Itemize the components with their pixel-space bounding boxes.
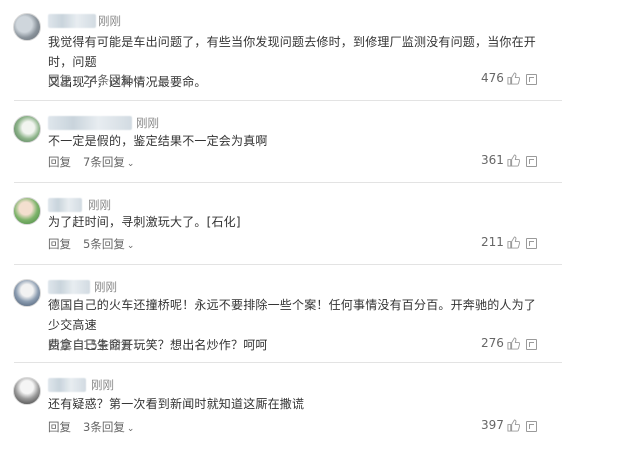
comment-actions: 回复 7条回复 ⌄	[48, 154, 134, 170]
chevron-down-icon: ⌄	[126, 159, 135, 169]
reply-button[interactable]: 回复	[48, 420, 71, 434]
like-group: 276	[481, 336, 520, 350]
like-group: 211	[481, 235, 520, 249]
username[interactable]	[48, 198, 82, 212]
thumbs-up-icon[interactable]	[507, 71, 520, 85]
username[interactable]	[48, 378, 86, 392]
like-count: 276	[481, 336, 504, 350]
comment-actions: 回复 5条回复 ⌄	[48, 236, 134, 252]
avatar[interactable]	[13, 377, 41, 405]
comment-text-line: 德国自己的火车还撞桥呢！永远不要排除一些个案！任何事情没有百分百。开奔驰的人为了…	[48, 298, 537, 332]
chevron-down-icon: ⌄	[126, 241, 135, 251]
avatar[interactable]	[13, 197, 41, 225]
comment-actions: 回复 3条回复 ⌄	[48, 419, 134, 435]
comment-item: 刚刚 为了赶时间，寻刺激玩大了。[石化] 回复 5条回复 ⌄ 211	[0, 194, 640, 264]
report-icon[interactable]	[526, 74, 537, 85]
like-group: 397	[481, 418, 520, 432]
avatar[interactable]	[13, 13, 41, 41]
view-replies-button[interactable]: 15条回复 ⌄	[83, 338, 142, 352]
chevron-down-icon: ⌄	[126, 424, 135, 434]
report-icon[interactable]	[526, 156, 537, 167]
like-count: 397	[481, 418, 504, 432]
comment-item: 刚刚 还有疑惑？第一次看到新闻时就知道这厮在撒谎 回复 3条回复 ⌄ 397	[0, 374, 640, 444]
username[interactable]	[48, 280, 90, 294]
avatar[interactable]	[13, 279, 41, 307]
thumbs-up-icon[interactable]	[507, 235, 520, 249]
divider	[14, 182, 562, 183]
comment-text: 为了赶时间，寻刺激玩大了。[石化]	[48, 212, 548, 232]
comment-text-line: 我觉得有可能是车出问题了，有些当你发现问题去修时，到修理厂监测没有问题，当你在开…	[48, 35, 537, 69]
comment-time: 刚刚	[91, 378, 114, 392]
like-group: 361	[481, 153, 520, 167]
thumbs-up-icon[interactable]	[507, 418, 520, 432]
comment-actions: 回复 24条回复 ⌄	[48, 72, 142, 88]
report-icon[interactable]	[526, 339, 537, 350]
replies-count: 24条回复	[83, 73, 133, 87]
comment-time: 刚刚	[98, 14, 121, 28]
report-icon[interactable]	[526, 238, 537, 249]
comment-item: 刚刚 我觉得有可能是车出问题了，有些当你发现问题去修时，到修理厂监测没有问题，当…	[0, 10, 640, 98]
like-count: 211	[481, 235, 504, 249]
thumbs-up-icon[interactable]	[507, 336, 520, 350]
replies-count: 3条回复	[83, 420, 125, 434]
like-count: 361	[481, 153, 504, 167]
replies-count: 15条回复	[83, 338, 133, 352]
comment-time: 刚刚	[88, 198, 111, 212]
reply-button[interactable]: 回复	[48, 338, 71, 352]
username[interactable]	[48, 14, 96, 28]
like-group: 476	[481, 71, 520, 85]
comment-actions: 回复 15条回复 ⌄	[48, 337, 142, 353]
chevron-down-icon: ⌄	[134, 342, 142, 352]
comment-item: 刚刚 德国自己的火车还撞桥呢！永远不要排除一些个案！任何事情没有百分百。开奔驰的…	[0, 276, 640, 360]
view-replies-button[interactable]: 7条回复 ⌄	[83, 155, 134, 169]
comment-text-line: 不一定是假的，鉴定结果不一定会为真啊	[48, 134, 268, 148]
chevron-down-icon: ⌄	[134, 77, 142, 87]
comment-time: 刚刚	[136, 116, 159, 130]
divider	[14, 100, 562, 101]
replies-count: 5条回复	[83, 237, 125, 251]
username[interactable]	[48, 116, 132, 130]
comment-text: 不一定是假的，鉴定结果不一定会为真啊	[48, 131, 548, 151]
reply-button[interactable]: 回复	[48, 155, 71, 169]
comment-text: 还有疑惑？第一次看到新闻时就知道这厮在撒谎	[48, 394, 548, 414]
thumbs-up-icon[interactable]	[507, 153, 520, 167]
comment-text-line: 还有疑惑？第一次看到新闻时就知道这厮在撒谎	[48, 397, 305, 411]
report-icon[interactable]	[526, 421, 537, 432]
reply-button[interactable]: 回复	[48, 237, 71, 251]
view-replies-button[interactable]: 3条回复 ⌄	[83, 420, 134, 434]
divider	[14, 362, 562, 363]
like-count: 476	[481, 71, 504, 85]
view-replies-button[interactable]: 5条回复 ⌄	[83, 237, 134, 251]
comment-item: 刚刚 不一定是假的，鉴定结果不一定会为真啊 回复 7条回复 ⌄ 361	[0, 112, 640, 180]
avatar[interactable]	[13, 115, 41, 143]
comment-text-line: 为了赶时间，寻刺激玩大了。[石化]	[48, 215, 241, 229]
view-replies-button[interactable]: 24条回复 ⌄	[83, 73, 142, 87]
comment-time: 刚刚	[94, 280, 117, 294]
replies-count: 7条回复	[83, 155, 125, 169]
reply-button[interactable]: 回复	[48, 73, 71, 87]
divider	[14, 264, 562, 265]
